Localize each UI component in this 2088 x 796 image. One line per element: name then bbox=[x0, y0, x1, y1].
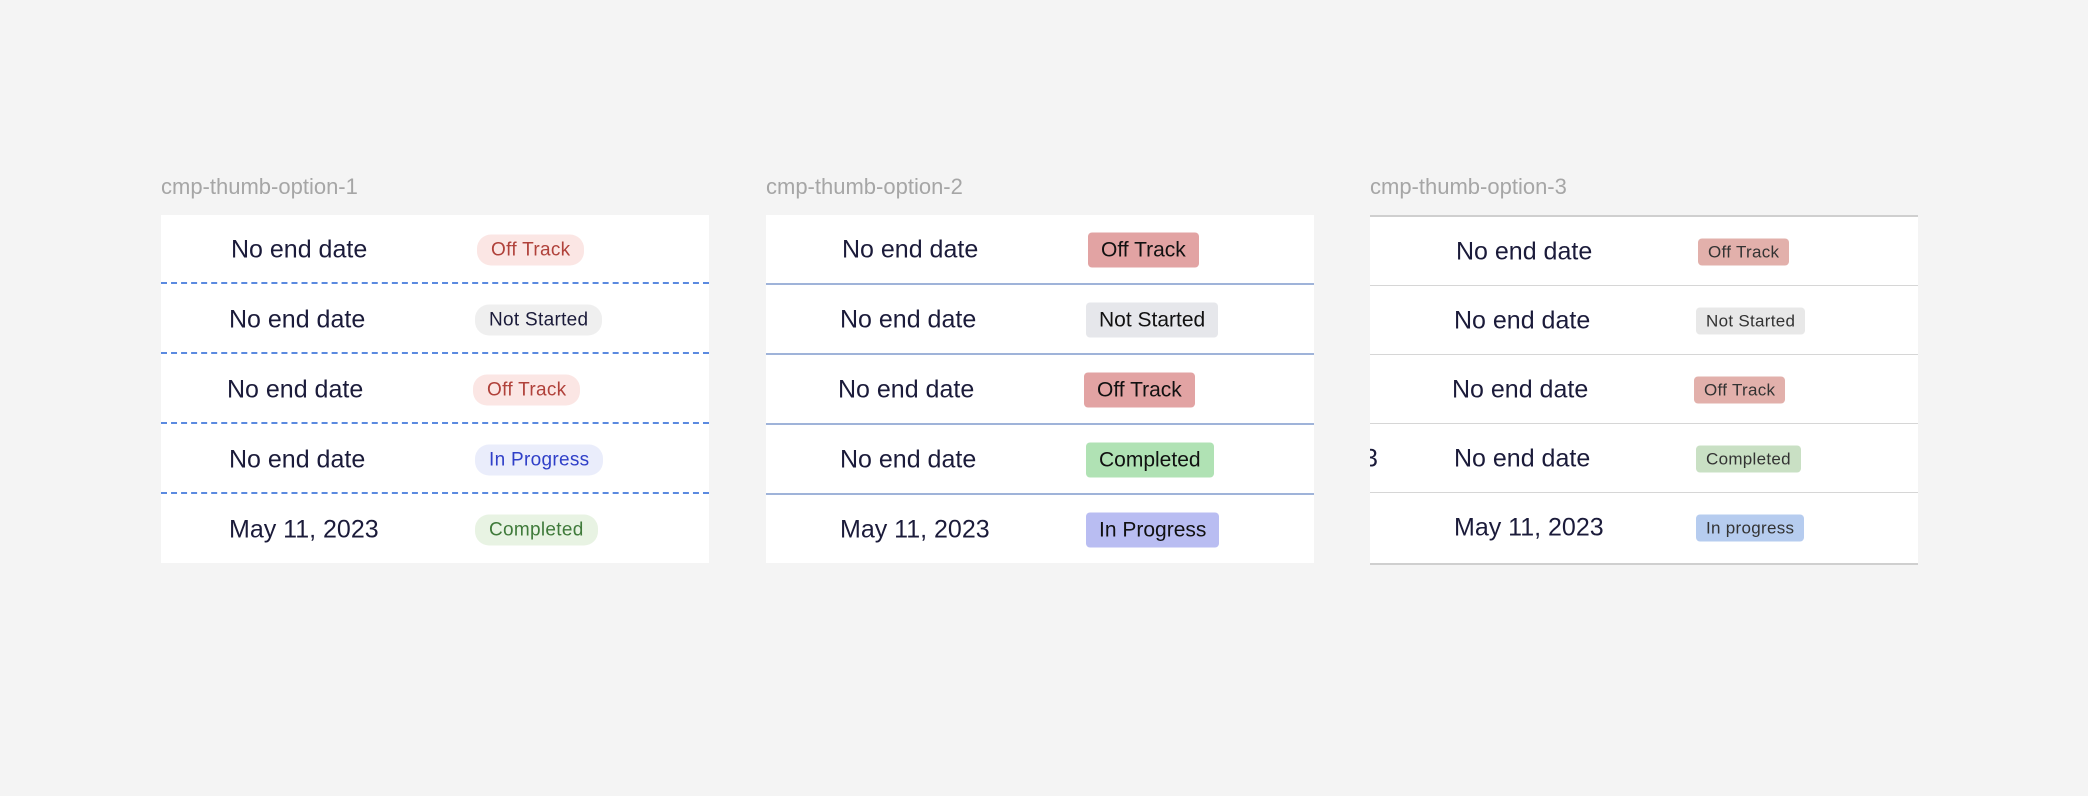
status-badge[interactable]: Off Track bbox=[1088, 232, 1199, 268]
table-row[interactable]: No end date Off Track bbox=[766, 215, 1314, 285]
end-date: No end date bbox=[229, 305, 366, 334]
status-badge[interactable]: Completed bbox=[475, 514, 598, 546]
table-row[interactable]: No end date Off Track bbox=[766, 355, 1314, 425]
table-row[interactable]: 3 No end date Completed bbox=[1370, 424, 1918, 494]
table-row[interactable]: May 11, 2023 In progress bbox=[1370, 493, 1918, 563]
row-divider bbox=[161, 422, 709, 424]
frame-label: cmp-thumb-option-3 bbox=[1370, 174, 1567, 199]
status-badge[interactable]: Completed bbox=[1086, 442, 1214, 478]
end-date: No end date bbox=[1454, 444, 1591, 473]
end-date: No end date bbox=[229, 445, 366, 474]
status-badge[interactable]: Off Track bbox=[1084, 372, 1195, 408]
status-badge[interactable]: In Progress bbox=[1086, 512, 1220, 548]
table-row[interactable]: May 11, 2023 Completed bbox=[161, 495, 709, 563]
end-date: No end date bbox=[842, 235, 979, 264]
row-divider bbox=[161, 282, 709, 284]
end-date: No end date bbox=[227, 375, 364, 404]
status-badge[interactable]: In progress bbox=[1696, 514, 1805, 542]
status-badge[interactable]: Off Track bbox=[1694, 376, 1786, 404]
table-row[interactable]: No end date Completed bbox=[766, 425, 1314, 495]
end-date: No end date bbox=[1456, 237, 1593, 266]
table-row[interactable]: No end date Not Started bbox=[766, 285, 1314, 355]
row-divider bbox=[161, 352, 709, 354]
end-date: No end date bbox=[1452, 375, 1589, 404]
end-date: No end date bbox=[840, 445, 977, 474]
end-date: No end date bbox=[840, 305, 977, 334]
status-table: No end date Off Track No end date Not St… bbox=[766, 215, 1314, 563]
status-table: No end date Off Track No end date Not St… bbox=[161, 215, 709, 563]
table-row[interactable]: No end date Off Track bbox=[161, 355, 709, 425]
end-date: No end date bbox=[231, 235, 368, 264]
status-badge[interactable]: Not Started bbox=[1086, 302, 1219, 338]
end-date: May 11, 2023 bbox=[1454, 513, 1604, 542]
frame-label: cmp-thumb-option-2 bbox=[766, 174, 963, 199]
table-row[interactable]: No end date Off Track bbox=[161, 215, 709, 285]
table-row[interactable]: No end date Off Track bbox=[1370, 355, 1918, 425]
row-divider bbox=[161, 492, 709, 494]
end-date: May 11, 2023 bbox=[229, 515, 379, 544]
status-badge[interactable]: Off Track bbox=[1698, 238, 1790, 266]
clipped-text-fragment: 3 bbox=[1370, 445, 1378, 474]
end-date: No end date bbox=[1454, 306, 1591, 335]
end-date: May 11, 2023 bbox=[840, 515, 990, 544]
status-badge[interactable]: Completed bbox=[1696, 445, 1801, 473]
table-row[interactable]: No end date Not Started bbox=[161, 285, 709, 355]
table-row[interactable]: No end date In Progress bbox=[161, 425, 709, 495]
table-row[interactable]: No end date Off Track bbox=[1370, 217, 1918, 287]
end-date: No end date bbox=[838, 375, 975, 404]
status-badge[interactable]: Not Started bbox=[475, 304, 603, 336]
status-table: No end date Off Track No end date Not St… bbox=[1370, 215, 1918, 565]
table-row[interactable]: May 11, 2023 In Progress bbox=[766, 495, 1314, 563]
frame-label: cmp-thumb-option-1 bbox=[161, 174, 358, 199]
status-badge[interactable]: In Progress bbox=[475, 444, 604, 476]
table-row[interactable]: No end date Not Started bbox=[1370, 286, 1918, 356]
status-badge[interactable]: Off Track bbox=[477, 234, 585, 266]
status-badge[interactable]: Not Started bbox=[1696, 307, 1806, 335]
status-badge[interactable]: Off Track bbox=[473, 374, 581, 406]
